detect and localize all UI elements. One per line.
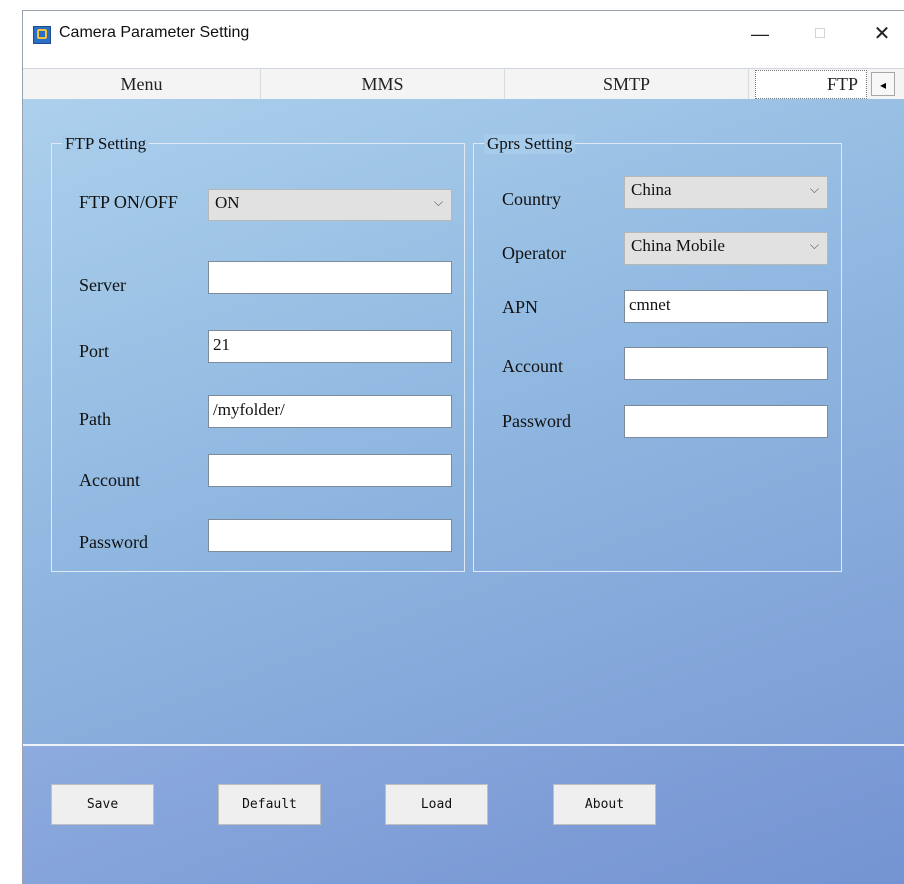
ftp-setting-group: FTP Setting FTP ON/OFF ON ⌵ Server Port … [51,134,465,572]
country-label: Country [502,189,562,209]
ftp-on-off-select[interactable]: ON ⌵ [208,189,452,221]
ftp-setting-legend: FTP Setting [62,134,150,154]
gprs-password-label: Password [502,411,572,431]
gprs-password-input[interactable] [624,405,828,438]
path-input[interactable]: /myfolder/ [208,395,452,428]
country-select[interactable]: China ⌵ [624,176,828,209]
tab-menu[interactable]: Menu [23,69,261,100]
tab-mms[interactable]: MMS [261,69,505,100]
save-button[interactable]: Save [51,784,154,825]
country-value: China [631,180,672,199]
server-label: Server [79,275,126,295]
operator-select[interactable]: China Mobile ⌵ [624,232,828,265]
gprs-setting-group: Gprs Setting Country China ⌵ Operator Ch… [473,134,842,572]
window-title: Camera Parameter Setting [59,24,250,41]
password-label: Password [79,532,149,552]
chevron-down-icon: ⌵ [809,182,819,196]
app-window: Camera Parameter Setting — □ ✕ Menu MMS … [22,10,904,884]
port-input[interactable]: 21 [208,330,452,363]
title-bar: Camera Parameter Setting — □ ✕ [23,11,904,59]
gprs-account-label: Account [502,356,563,376]
tab-scroll-left-icon[interactable]: ◂ [871,72,895,96]
account-label: Account [79,470,140,490]
about-button[interactable]: About [553,784,656,825]
app-icon [33,26,51,44]
load-button[interactable]: Load [385,784,488,825]
ftp-on-off-label: FTP ON/OFF [79,192,178,212]
gprs-account-input[interactable] [624,347,828,380]
minimize-button[interactable]: — [737,19,783,49]
chevron-down-icon: ⌵ [433,195,443,209]
path-label: Path [79,409,112,429]
account-input[interactable] [208,454,452,487]
chevron-down-icon: ⌵ [809,238,819,252]
ftp-tab-panel: FTP Setting FTP ON/OFF ON ⌵ Server Port … [23,99,904,746]
operator-label: Operator [502,243,566,263]
default-button[interactable]: Default [218,784,321,825]
tab-ftp[interactable]: FTP [755,70,867,99]
port-label: Port [79,341,110,361]
ftp-on-off-value: ON [215,193,240,212]
tab-smtp[interactable]: SMTP [505,69,749,100]
password-input[interactable] [208,519,452,552]
server-input[interactable] [208,261,452,294]
apn-label: APN [502,297,539,317]
gprs-setting-legend: Gprs Setting [484,134,576,154]
operator-value: China Mobile [631,236,725,255]
apn-input[interactable]: cmnet [624,290,828,323]
maximize-button[interactable]: □ [797,19,843,49]
close-button[interactable]: ✕ [859,19,904,49]
tab-strip: Menu MMS SMTP FTP ◂ [23,68,904,101]
